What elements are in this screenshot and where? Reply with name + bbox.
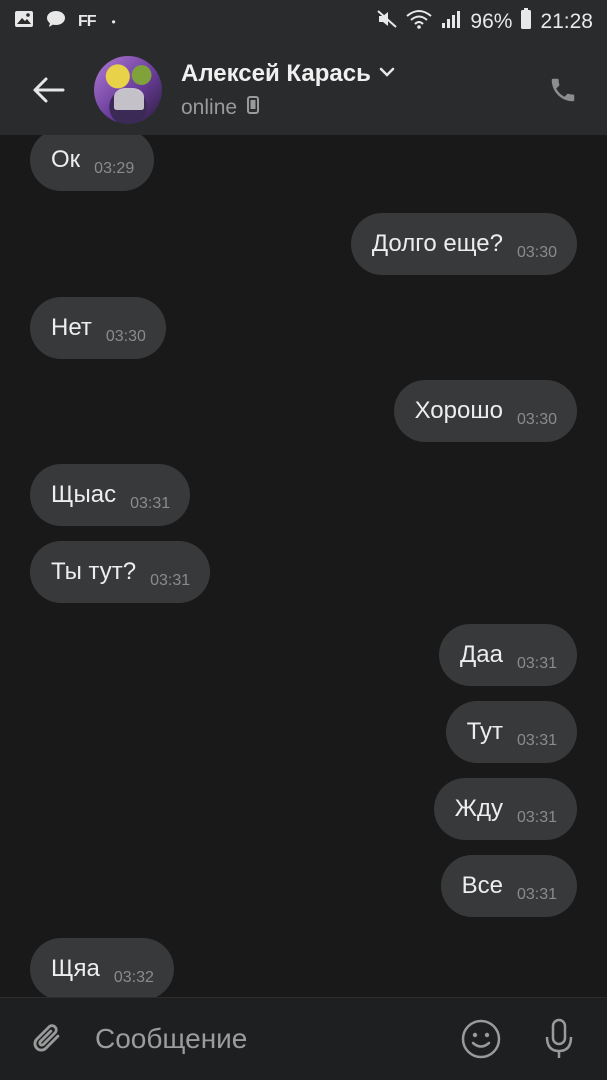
message-bubble[interactable]: Даа 03:31: [439, 624, 577, 686]
message-bubble[interactable]: Хорошо 03:30: [393, 380, 577, 442]
message-time: 03:31: [516, 809, 557, 826]
back-arrow-icon[interactable]: [24, 66, 72, 114]
message-text: Все: [461, 872, 503, 899]
message-time: 03:30: [105, 328, 146, 345]
message-bubble[interactable]: Ты тут? 03:31: [30, 541, 211, 603]
message-time: 03:31: [150, 572, 191, 589]
message-time: 03:29: [94, 160, 135, 177]
message-bubble[interactable]: Все 03:31: [440, 855, 577, 917]
message-time: 03:31: [516, 655, 557, 672]
mute-icon: [376, 9, 398, 35]
message-bubble[interactable]: Тут 03:31: [445, 701, 577, 763]
message-text: Щыас: [51, 481, 117, 508]
message-bubble[interactable]: Нет 03:30: [30, 297, 166, 359]
image-icon: [14, 10, 34, 34]
message-bubble[interactable]: Щяа 03:32: [30, 938, 174, 997]
paperclip-icon[interactable]: [26, 1017, 70, 1061]
chat-header: Алексей Карась online: [0, 44, 607, 135]
battery-percent: 96%: [470, 10, 513, 33]
signal-icon: [440, 9, 462, 35]
contact-name: Алексей Карась: [181, 59, 371, 87]
microphone-icon[interactable]: [537, 1017, 581, 1061]
message-time: 03:30: [516, 411, 557, 428]
avatar[interactable]: [94, 55, 162, 124]
dot-icon: •: [111, 15, 116, 29]
message-text: Долго еще?: [371, 230, 503, 257]
status-bar: FF • 96% 21:28: [0, 0, 607, 44]
online-status: online: [181, 95, 238, 119]
message-time: 03:30: [516, 244, 557, 261]
contact-name-button[interactable]: Алексей Карась: [181, 60, 395, 88]
message-text: Даа: [460, 641, 503, 668]
message-bubble[interactable]: Ок 03:29: [30, 135, 155, 191]
message-time: 03:32: [113, 969, 154, 986]
ff-icon: FF: [78, 13, 97, 30]
message-composer: [0, 997, 607, 1080]
message-time: 03:31: [516, 732, 557, 749]
message-text: Нет: [51, 314, 92, 341]
message-text: Тут: [466, 718, 503, 745]
battery-icon: [520, 8, 532, 36]
message-text: Жду: [454, 795, 503, 822]
clock: 21:28: [540, 10, 593, 33]
wifi-icon: [406, 9, 433, 35]
message-bubble[interactable]: Жду 03:31: [433, 778, 577, 840]
message-time: 03:31: [516, 886, 557, 903]
chevron-down-icon: [379, 65, 395, 83]
message-time: 03:31: [130, 495, 171, 512]
message-text: Хорошо: [414, 397, 503, 424]
message-list[interactable]: Ок 03:29 Долго еще? 03:30 Нет 03:30 Хоро…: [0, 135, 607, 997]
message-bubble[interactable]: Долго еще? 03:30: [350, 213, 577, 275]
message-text: Ок: [51, 146, 81, 173]
mobile-device-icon: [247, 96, 260, 119]
phone-icon[interactable]: [543, 70, 583, 110]
smiley-icon[interactable]: [459, 1017, 503, 1061]
message-text: Щяа: [51, 955, 100, 982]
chat-icon: [46, 10, 66, 34]
message-bubble[interactable]: Щыас 03:31: [30, 464, 191, 526]
message-text: Ты тут?: [51, 558, 137, 585]
message-input[interactable]: [95, 1017, 435, 1061]
